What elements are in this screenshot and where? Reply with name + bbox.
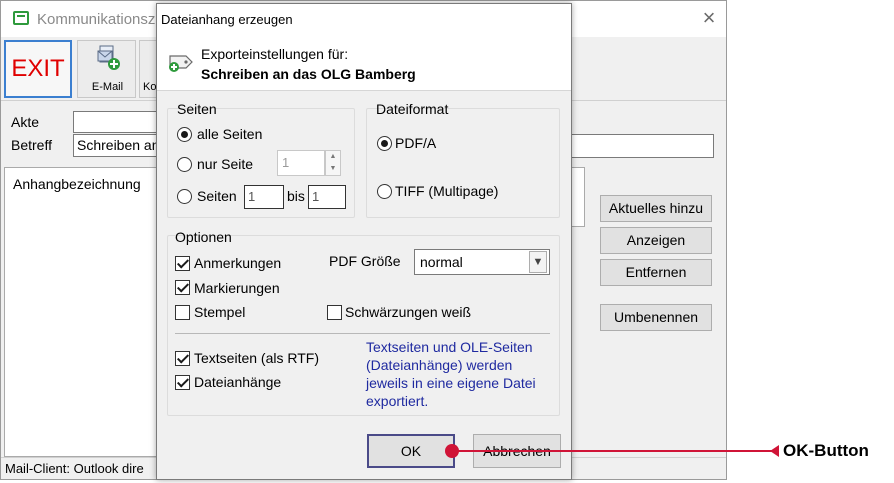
export-dialog: Dateianhang erzeugen Exporteinstellungen… [156,3,572,480]
email-button[interactable]: E-Mail [77,40,136,98]
dialog-header: Exporteinstellungen für: Schreiben an da… [157,35,571,91]
markings-label: Markierungen [194,280,280,296]
file-attachments-checkbox[interactable] [175,375,190,390]
page-range-from-input[interactable]: 1 [244,185,284,209]
dialog-titlebar: Dateianhang erzeugen [157,4,571,35]
stamp-label: Stempel [194,304,246,320]
redaction-white-label: Schwärzungen weiß [345,304,472,320]
akte-input[interactable] [73,111,163,133]
chevron-down-icon[interactable]: ▼ [529,251,547,273]
email-add-icon [97,45,120,70]
email-button-label: E-Mail [91,81,124,93]
attachment-list[interactable]: Anhangbezeichnung [4,167,161,457]
single-page-input[interactable]: 1 [277,150,325,176]
pdfa-radio[interactable] [377,136,392,151]
betreff-input-right-part[interactable] [569,134,714,158]
dialog-title: Dateianhang erzeugen [161,12,293,27]
pages-group-title: Seiten [177,101,217,117]
exit-button[interactable]: EXIT [4,40,72,98]
text-pages-checkbox[interactable] [175,351,190,366]
single-page-stepper[interactable]: ▲ ▼ [325,150,341,176]
text-pages-label: Textseiten (als RTF) [194,350,319,366]
remove-button[interactable]: Entfernen [600,259,712,286]
pdf-size-value: normal [420,254,463,270]
callout-arrow-icon [770,445,779,457]
rename-button[interactable]: Umbenennen [600,304,712,331]
callout-label: OK-Button [783,441,869,460]
annotations-checkbox[interactable] [175,256,190,271]
redaction-white-checkbox[interactable] [327,305,342,320]
markings-checkbox[interactable] [175,280,190,295]
pdf-size-label: PDF Größe [329,253,401,269]
show-button[interactable]: Anzeigen [600,227,712,254]
page-range-to-input[interactable]: 1 [308,185,346,209]
attachment-column-header: Anhangbezeichnung [13,176,141,192]
page-range-label: Seiten [197,188,237,204]
stepper-up-icon[interactable]: ▲ [326,151,340,163]
file-attachments-label: Dateianhänge [194,374,282,390]
app-window-icon [13,11,29,25]
options-divider [175,333,550,334]
callout-line [452,450,777,452]
main-window-title: Kommunikationsze [37,11,164,28]
export-tag-icon [169,55,193,72]
file-format-group [366,108,560,218]
single-page-radio[interactable] [177,157,192,172]
stepper-down-icon[interactable]: ▼ [326,163,340,175]
ok-button[interactable]: OK [367,434,455,468]
export-info-text: Textseiten und OLE-Seiten (Dateianhänge)… [366,339,536,409]
close-icon[interactable]: × [697,5,721,31]
pdfa-label: PDF/A [395,135,437,151]
stamp-checkbox[interactable] [175,305,190,320]
export-document-name: Schreiben an das OLG Bamberg [201,66,416,82]
all-pages-label: alle Seiten [197,126,263,142]
annotations-label: Anmerkungen [194,255,282,271]
betreff-label: Betreff [11,137,52,153]
add-current-button[interactable]: Aktuelles hinzu [600,195,712,222]
betreff-input[interactable]: Schreiben an [73,134,163,157]
pdf-size-select[interactable]: normal ▼ [414,249,550,275]
akte-label: Akte [11,114,40,130]
options-group-title: Optionen [175,229,232,245]
all-pages-radio[interactable] [177,127,192,142]
single-page-label: nur Seite [197,156,254,172]
page-range-radio[interactable] [177,189,192,204]
page-range-to-label: bis [287,188,305,204]
tiff-radio[interactable] [377,184,392,199]
tiff-label: TIFF (Multipage) [395,183,499,199]
file-format-group-title: Dateiformat [376,101,449,117]
callout-dot [445,444,459,458]
export-settings-label: Exporteinstellungen für: [201,46,349,62]
status-text: Mail-Client: Outlook dire [5,461,144,476]
